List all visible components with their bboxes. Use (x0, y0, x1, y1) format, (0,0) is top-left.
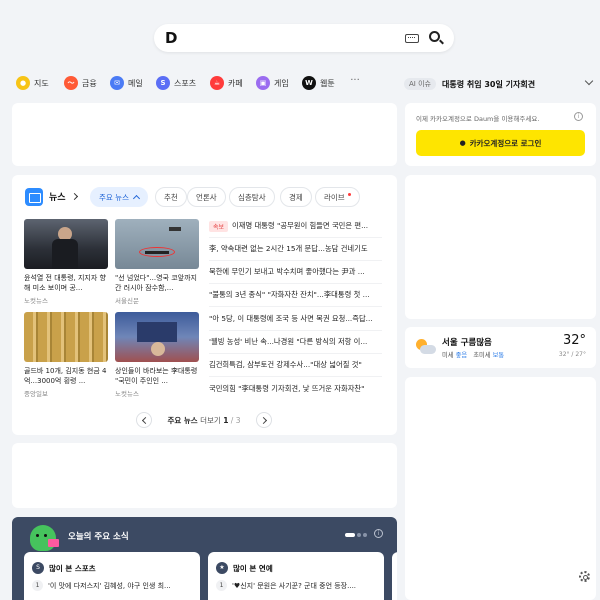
login-message: 이제 카카오계정으로 Daum을 이용해주세요. (416, 115, 540, 123)
info-icon[interactable]: i (374, 529, 383, 538)
headline-4[interactable]: "불통의 3년 종식" "자화자찬 잔치"...李대통령 첫 ... (209, 284, 382, 307)
keyboard-icon[interactable] (405, 34, 419, 43)
popular-entertainment-card[interactable]: ★ 많이 본 연예 1 '♥신지' 문원은 사기꾼? 군대 중언 등장.... (208, 552, 384, 600)
sports-icon: S (32, 562, 44, 574)
weather-title: 서울 구름많음 (442, 338, 492, 348)
cafe-icon: ☕ (210, 76, 224, 90)
ai-issue-text[interactable]: 대통령 취임 30일 기자회견 (442, 79, 535, 90)
news-thumb-3-caption[interactable]: 골드바 10개, 김지동 현금 4억...3000억 횡령 ... (24, 366, 110, 386)
news-thumb-3-source: 중앙일보 (24, 390, 48, 398)
headline-2[interactable]: 李, 약속대련 없는 2시간 15개 문답...농담 건네기도 (209, 238, 382, 261)
ad-banner-right (405, 175, 596, 319)
tab-recommend[interactable]: 추천 (155, 187, 187, 207)
breaking-badge: 속보 (209, 220, 229, 232)
search-bar[interactable]: D (154, 24, 454, 52)
chevron-down-icon[interactable] (584, 76, 594, 86)
news-title[interactable]: 뉴스 (49, 190, 66, 203)
headline-1[interactable]: 속보 이재명 대통령 "공무원이 힘들면 국민은 편... (209, 215, 382, 238)
headline-3[interactable]: 북한에 무인기 보내고 박수치며 좋아했다는 尹과 ... (209, 261, 382, 284)
news-icon (25, 188, 43, 206)
tab-deep[interactable]: 심층탐사 (229, 187, 275, 207)
mascot-icon (30, 525, 56, 551)
search-icon[interactable] (429, 31, 440, 42)
shortcut-game[interactable]: ▣ 게임 (256, 74, 289, 92)
news-thumb-4-caption[interactable]: 상인들이 바라보는 李대통령 "국민이 주인인 ... (115, 366, 201, 386)
tab-main-news[interactable]: 주요 뉴스 (90, 187, 148, 207)
popular-sports-card[interactable]: S 많이 본 스포츠 1 '이 맛에 다저스지' 김혜성, 야구 인생 최... (24, 552, 200, 600)
news-thumb-1-caption[interactable]: 윤석열 전 대통령, 지지자 향해 미소 보이며 공... (24, 273, 110, 293)
daum-logo[interactable]: D (165, 29, 177, 47)
ad-banner-middle (12, 443, 397, 508)
partly-cloudy-icon (416, 339, 436, 355)
webtoon-icon: W (302, 76, 316, 90)
ad-banner-right-tall (405, 377, 596, 600)
today-news-section: 오늘의 주요 소식 i S 많이 본 스포츠 1 '이 맛에 다저스지' 김혜성… (12, 517, 397, 600)
ai-issue-ticker[interactable]: AI 이슈 대통령 취임 30일 기자회견 (404, 77, 535, 91)
next-card-peek[interactable] (392, 552, 397, 600)
temp-range: 32° / 27° (558, 351, 586, 358)
prev-page-button[interactable] (136, 412, 152, 428)
today-title: 오늘의 주요 소식 (68, 532, 129, 542)
news-section: 뉴스 주요 뉴스 추천 언론사 심층탐사 경제 라이브 윤석열 전 대통령, 지… (12, 175, 397, 435)
news-thumb-1-source: 노컷뉴스 (24, 297, 48, 305)
popular-sports-title: 많이 본 스포츠 (49, 564, 96, 573)
headline-5[interactable]: "아 5당, 이 대통령에 조국 등 사면 복권 요청...즉답... (209, 308, 382, 331)
current-temp: 32° (562, 333, 586, 348)
finance-icon: 〜 (64, 76, 78, 90)
star-icon: ★ (216, 562, 228, 574)
tab-economy[interactable]: 경제 (280, 187, 312, 207)
list-item[interactable]: 1 '이 맛에 다저스지' 김혜성, 야구 인생 최... (32, 580, 192, 591)
carousel-indicator[interactable] (345, 533, 367, 537)
tab-press[interactable]: 언론사 (187, 187, 226, 207)
news-pager: 주요 뉴스 더보기 1 / 3 (136, 412, 272, 428)
list-item[interactable]: 1 '♥신지' 문원은 사기꾼? 군대 중언 등장.... (216, 580, 376, 591)
news-thumb-1[interactable] (24, 219, 108, 269)
pager-text[interactable]: 주요 뉴스 더보기 1 / 3 (167, 415, 240, 426)
mail-icon: ✉ (110, 76, 124, 90)
chat-bubble-icon: ● (459, 139, 466, 147)
headline-6[interactable]: '웰빙 농성' 비난 속...나경원 "다른 방식의 저항 이... (209, 331, 382, 354)
ai-issue-badge: AI 이슈 (404, 78, 436, 90)
chevron-up-icon (132, 194, 141, 203)
login-card: 이제 카카오계정으로 Daum을 이용해주세요. i ● 카카오계정으로 로그인 (405, 103, 596, 166)
info-icon[interactable]: i (574, 112, 583, 121)
more-shortcuts-button[interactable]: ··· (345, 74, 365, 92)
shortcut-cafe[interactable]: ☕ 카페 (210, 74, 243, 92)
map-icon: ● (16, 76, 30, 90)
live-dot (347, 193, 351, 196)
headline-8[interactable]: 국민의힘 "李대통령 기자회견, 낯 뜨거운 자화자찬" (209, 377, 382, 400)
shortcut-sports[interactable]: S 스포츠 (156, 74, 196, 92)
ad-banner-top (12, 103, 397, 166)
game-icon: ▣ (256, 76, 270, 90)
news-thumb-4[interactable] (115, 312, 199, 362)
shortcut-mail[interactable]: ✉ 메일 (110, 74, 143, 92)
news-thumb-3[interactable] (24, 312, 108, 362)
tab-live[interactable]: 라이브 (315, 187, 360, 207)
news-thumb-2-source: 서울신문 (115, 297, 139, 305)
kakao-login-button[interactable]: ● 카카오계정으로 로그인 (416, 130, 585, 156)
weather-widget[interactable]: 서울 구름많음 미세 좋음 초미세 보통 32° 32° / 27° (405, 327, 596, 368)
shortcut-map[interactable]: ● 지도 (16, 74, 49, 92)
shortcut-finance[interactable]: 〜 금융 (64, 74, 97, 92)
shortcut-webtoon[interactable]: W 웹툰 (302, 74, 335, 92)
book-icon (48, 539, 59, 547)
gear-icon[interactable] (579, 571, 590, 582)
news-thumb-2-caption[interactable]: "선 넘었다"...영국 코앞까지 간 러시아 잠수함,... (115, 273, 201, 293)
sports-icon: S (156, 76, 170, 90)
headline-7[interactable]: 김건희특검, 삼부토건 강제수사..."대상 넓어질 것" (209, 354, 382, 377)
news-thumb-2[interactable] (115, 219, 199, 269)
dust-info: 미세 좋음 초미세 보통 (442, 352, 505, 359)
next-page-button[interactable] (255, 412, 272, 428)
chevron-right-icon[interactable] (70, 192, 79, 201)
popular-entertainment-title: 많이 본 연예 (233, 564, 273, 573)
news-thumb-4-source: 노컷뉴스 (115, 390, 139, 398)
